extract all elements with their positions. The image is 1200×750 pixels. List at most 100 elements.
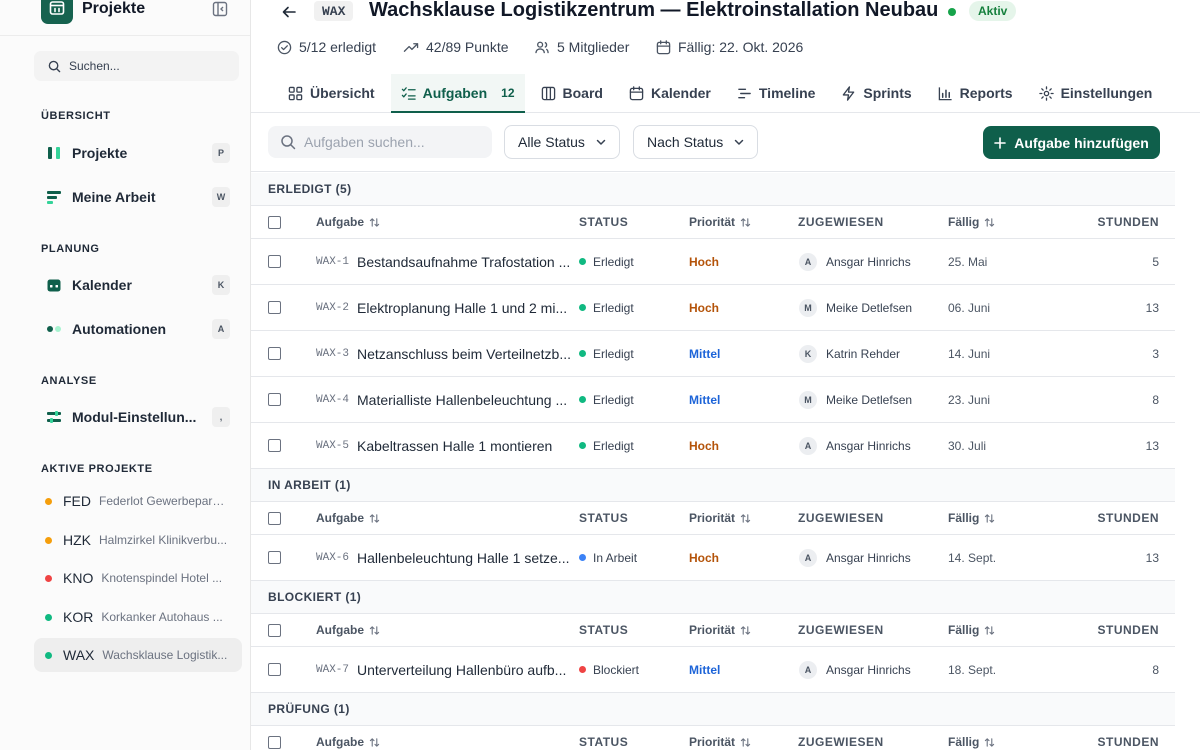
select-all-checkbox[interactable] — [268, 206, 281, 238]
project-item-wax[interactable]: WAX Wachsklause Logistik... — [34, 638, 242, 672]
task-priority[interactable]: Hoch — [689, 239, 719, 284]
tab-settings[interactable]: Einstellungen — [1029, 74, 1163, 112]
column-label: Priorität — [689, 511, 736, 525]
group-by-label: Nach Status — [647, 134, 724, 150]
task-priority[interactable]: Mittel — [689, 377, 720, 422]
row-checkbox[interactable] — [268, 535, 281, 580]
row-checkbox[interactable] — [268, 239, 281, 284]
project-item-kor[interactable]: KOR Korkanker Autohaus ... — [34, 600, 242, 634]
task-title[interactable]: Unterverteilung Hallenbüro aufb... — [357, 647, 566, 692]
select-all-checkbox[interactable] — [268, 502, 281, 534]
column-header-priority[interactable]: Priorität — [689, 726, 751, 750]
column-header-task[interactable]: Aufgabe — [316, 614, 380, 646]
table-row[interactable]: WAX-6 Hallenbeleuchtung Halle 1 setze...… — [251, 535, 1175, 581]
column-header-priority[interactable]: Priorität — [689, 614, 751, 646]
column-header-due[interactable]: Fällig — [948, 206, 995, 238]
tab-reports[interactable]: Reports — [928, 74, 1023, 112]
table-row[interactable]: WAX-5 Kabeltrassen Halle 1 montieren Erl… — [251, 423, 1175, 469]
add-task-button[interactable]: Aufgabe hinzufügen — [983, 126, 1160, 159]
column-header-priority[interactable]: Priorität — [689, 206, 751, 238]
task-status[interactable]: Erledigt — [579, 285, 634, 330]
task-assignee[interactable]: A Ansgar Hinrichs — [799, 647, 911, 692]
task-assignee[interactable]: A Ansgar Hinrichs — [799, 535, 911, 580]
column-header-task[interactable]: Aufgabe — [316, 206, 380, 238]
tab-overview[interactable]: Übersicht — [278, 74, 385, 112]
task-assignee[interactable]: M Meike Detlefsen — [799, 285, 912, 330]
column-header-due[interactable]: Fällig — [948, 502, 995, 534]
sidebar-item-my-work[interactable]: Meine Arbeit W — [34, 180, 230, 214]
task-priority[interactable]: Mittel — [689, 647, 720, 692]
tab-board[interactable]: Board — [531, 74, 613, 112]
task-priority[interactable]: Hoch — [689, 423, 719, 468]
column-header-task[interactable]: Aufgabe — [316, 502, 380, 534]
collapse-sidebar-icon[interactable] — [212, 1, 228, 17]
table-row[interactable]: WAX-2 Elektroplanung Halle 1 und 2 mi...… — [251, 285, 1175, 331]
task-due-date: 06. Juni — [948, 300, 991, 315]
column-header-status: STATUS — [579, 623, 629, 637]
task-status[interactable]: Erledigt — [579, 377, 634, 422]
task-title[interactable]: Hallenbeleuchtung Halle 1 setze... — [357, 535, 569, 580]
project-item-kno[interactable]: KNO Knotenspindel Hotel ... — [34, 561, 242, 595]
table-row[interactable]: WAX-4 Materialliste Hallenbeleuchtung ..… — [251, 377, 1175, 423]
sidebar-item-calendar[interactable]: Kalender K — [34, 268, 230, 302]
task-title[interactable]: Bestandsaufnahme Trafostation ... — [357, 239, 570, 284]
task-title[interactable]: Kabeltrassen Halle 1 montieren — [357, 423, 552, 468]
project-item-fed[interactable]: FED Federlot Gewerbepark ... — [34, 484, 242, 518]
column-header-hours: STUNDEN — [1097, 623, 1159, 637]
projects-logo-icon — [41, 0, 73, 24]
task-assignee[interactable]: A Ansgar Hinrichs — [799, 239, 911, 284]
task-search[interactable] — [268, 126, 492, 158]
task-title[interactable]: Elektroplanung Halle 1 und 2 mi... — [357, 285, 567, 330]
task-status[interactable]: Erledigt — [579, 331, 634, 376]
project-name: Wachsklause Logistik... — [102, 648, 228, 662]
group-header[interactable]: ERLEDIGT (5) — [251, 173, 1175, 206]
tab-calendar[interactable]: Kalender — [619, 74, 721, 112]
column-header-due[interactable]: Fällig — [948, 614, 995, 646]
task-priority[interactable]: Hoch — [689, 285, 719, 330]
task-status[interactable]: Blockiert — [579, 647, 639, 692]
tab-timeline[interactable]: Timeline — [727, 74, 826, 112]
sidebar-item-automations[interactable]: Automationen A — [34, 312, 230, 346]
row-checkbox[interactable] — [268, 331, 281, 376]
column-header-priority[interactable]: Priorität — [689, 502, 751, 534]
task-status[interactable]: In Arbeit — [579, 535, 637, 580]
group-header[interactable]: PRÜFUNG (1) — [251, 693, 1175, 726]
row-checkbox[interactable] — [268, 423, 281, 468]
sidebar-item-module-settings[interactable]: Modul-Einstellun... , — [34, 400, 230, 434]
main-content: WAX Wachsklause Logistikzentrum — Elektr… — [251, 0, 1200, 750]
back-arrow-icon[interactable] — [279, 2, 299, 22]
table-row[interactable]: WAX-7 Unterverteilung Hallenbüro aufb...… — [251, 647, 1175, 693]
tab-sprints[interactable]: Sprints — [831, 74, 921, 112]
avatar: A — [799, 548, 817, 567]
task-assignee[interactable]: K Katrin Rehder — [799, 331, 900, 376]
group-header[interactable]: BLOCKIERT (1) — [251, 581, 1175, 614]
task-priority[interactable]: Hoch — [689, 535, 719, 580]
group-by-dropdown[interactable]: Nach Status — [633, 125, 759, 159]
group-header[interactable]: IN ARBEIT (1) — [251, 469, 1175, 502]
assignee-name: Meike Detlefsen — [826, 392, 913, 407]
row-checkbox[interactable] — [268, 377, 281, 422]
row-checkbox[interactable] — [268, 647, 281, 692]
select-all-checkbox[interactable] — [268, 726, 281, 750]
table-row[interactable]: WAX-3 Netzanschluss beim Verteilnetzb...… — [251, 331, 1175, 377]
task-assignee[interactable]: A Ansgar Hinrichs — [799, 423, 911, 468]
task-assignee[interactable]: M Meike Detlefsen — [799, 377, 912, 422]
task-priority[interactable]: Mittel — [689, 331, 720, 376]
select-all-checkbox[interactable] — [268, 614, 281, 646]
sidebar-search[interactable]: Suchen... — [34, 51, 239, 81]
task-key: WAX-5 — [316, 439, 350, 452]
status-filter-dropdown[interactable]: Alle Status — [504, 125, 620, 159]
project-item-hzk[interactable]: HZK Halmzirkel Klinikverbu... — [34, 523, 242, 557]
task-title[interactable]: Netzanschluss beim Verteilnetzb... — [357, 331, 571, 376]
tab-tasks[interactable]: Aufgaben 12 — [390, 74, 525, 113]
row-checkbox[interactable] — [268, 285, 281, 330]
task-status[interactable]: Erledigt — [579, 423, 634, 468]
column-header-due[interactable]: Fällig — [948, 726, 995, 750]
sidebar-item-projects[interactable]: Projekte P — [34, 136, 230, 170]
column-header-task[interactable]: Aufgabe — [316, 726, 380, 750]
task-title[interactable]: Materialliste Hallenbeleuchtung ... — [357, 377, 567, 422]
task-title-text: Materialliste Hallenbeleuchtung ... — [357, 391, 568, 408]
task-status[interactable]: Erledigt — [579, 239, 634, 284]
table-row[interactable]: WAX-1 Bestandsaufnahme Trafostation ... … — [251, 239, 1175, 285]
task-search-input[interactable] — [304, 134, 484, 150]
